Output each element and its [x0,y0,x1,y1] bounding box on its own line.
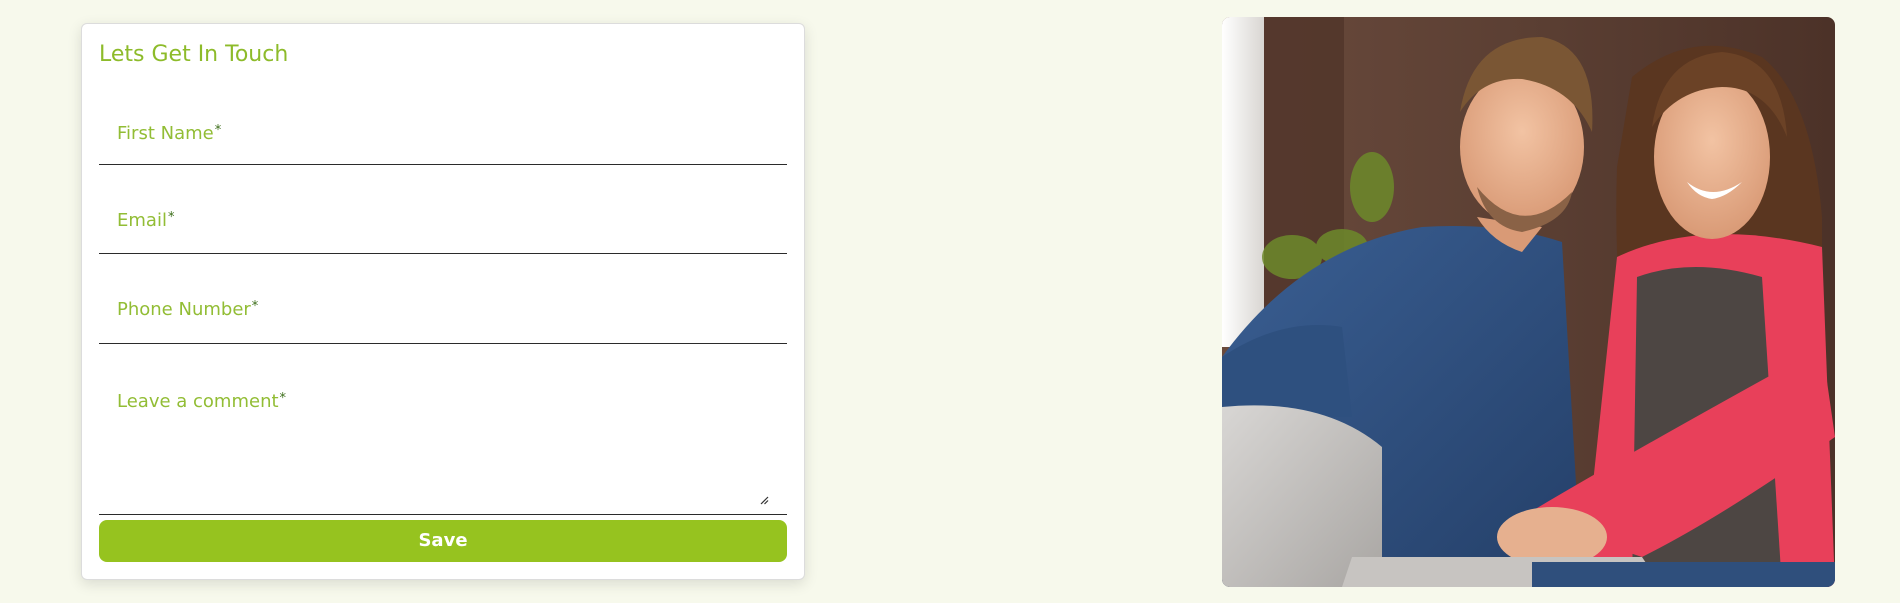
save-button[interactable]: Save [99,520,787,562]
phone-number-label: Phone Number* [117,299,259,320]
required-asterisk: * [279,391,287,406]
email-field[interactable]: Email* [99,164,787,254]
comment-textarea[interactable]: Leave a comment* [99,343,787,515]
phone-number-field[interactable]: Phone Number* [99,253,787,344]
email-label: Email* [117,210,175,231]
form-title: Lets Get In Touch [99,42,289,67]
resize-handle-icon[interactable] [760,496,769,505]
first-name-field[interactable]: First Name* [99,71,787,165]
required-asterisk: * [251,299,259,314]
first-name-label: First Name* [117,123,222,144]
required-asterisk: * [214,123,222,138]
comment-label: Leave a comment* [117,391,287,412]
contact-form-card: Lets Get In Touch First Name* Email* Pho… [81,23,805,580]
required-asterisk: * [167,210,175,225]
couple-laptop-photo [1222,17,1835,587]
